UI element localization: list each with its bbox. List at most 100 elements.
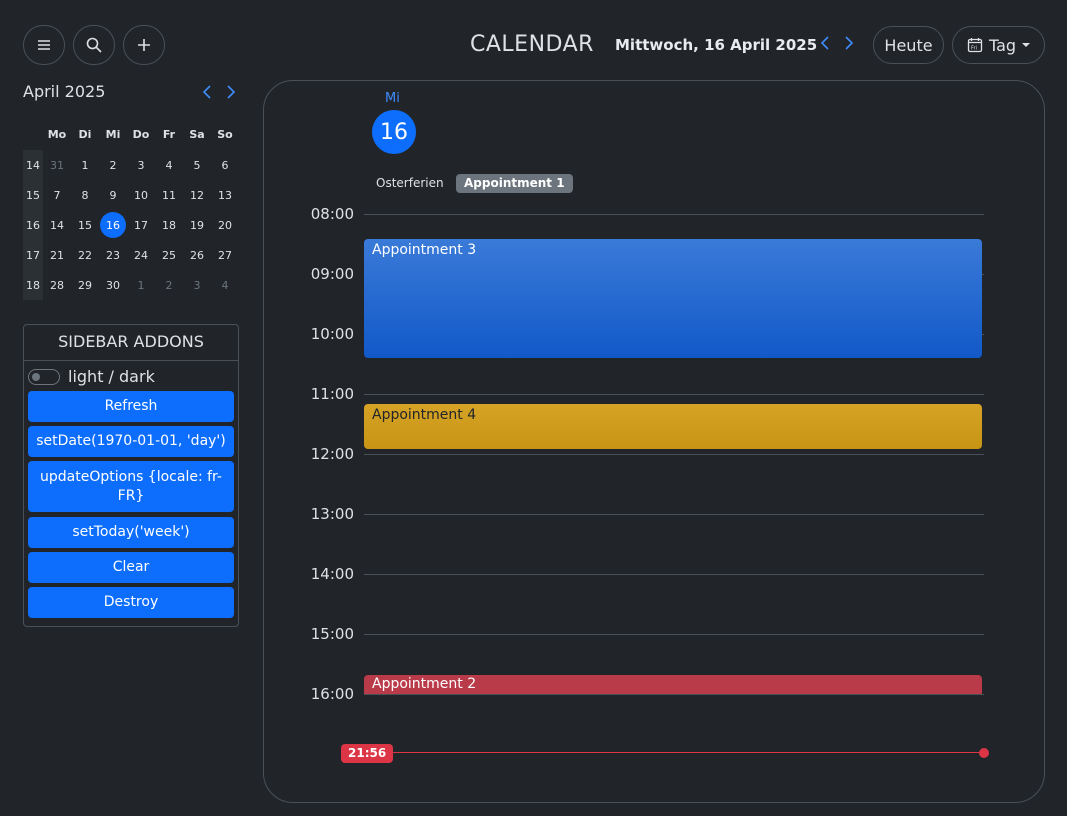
day-number[interactable]: 16: [372, 110, 416, 154]
hour-label: 11:00: [310, 385, 354, 403]
theme-toggle-label: light / dark: [68, 367, 155, 386]
hour-gridline: [364, 574, 984, 575]
weekday-header: Do: [132, 128, 150, 141]
mini-calendar-day[interactable]: 1: [127, 270, 155, 300]
mini-calendar-day[interactable]: 13: [211, 180, 239, 210]
chevron-left-icon: [202, 85, 211, 99]
hour-label: 16:00: [310, 685, 354, 703]
event-appointment-4[interactable]: Appointment 4: [364, 404, 982, 449]
mini-calendar-day[interactable]: 19: [183, 210, 211, 240]
theme-toggle-row[interactable]: light / dark: [28, 367, 155, 386]
hour-label: 12:00: [310, 445, 354, 463]
mini-calendar-day[interactable]: 20: [211, 210, 239, 240]
hour-gridline: [364, 634, 984, 635]
view-dropdown[interactable]: Fri Tag: [952, 26, 1045, 64]
hour-gridline: [364, 394, 984, 395]
mini-calendar-day[interactable]: 11: [155, 180, 183, 210]
hour-label: 13:00: [310, 505, 354, 523]
weekday-header: Di: [78, 128, 92, 141]
next-day-button[interactable]: [844, 35, 854, 56]
mini-calendar-day[interactable]: 5: [183, 150, 211, 180]
mini-calendar-day[interactable]: 14: [43, 210, 71, 240]
theme-toggle[interactable]: [28, 368, 60, 385]
week-number: 17: [26, 248, 40, 262]
search-button[interactable]: [73, 25, 115, 65]
mini-calendar-day[interactable]: 8: [71, 180, 99, 210]
calendar-icon: Fri: [967, 38, 983, 53]
mini-calendar-month: April 2025: [23, 82, 106, 101]
mini-calendar-day[interactable]: 15: [71, 210, 99, 240]
mini-calendar-day[interactable]: 26: [183, 240, 211, 270]
mini-calendar-day[interactable]: 10: [127, 180, 155, 210]
current-time-badge: 21:56: [341, 744, 394, 763]
week-number: 14: [26, 158, 40, 172]
mini-calendar-day[interactable]: 21: [43, 240, 71, 270]
view-label: Tag: [988, 35, 1017, 55]
mini-calendar-day[interactable]: 22: [71, 240, 99, 270]
today-button[interactable]: Heute: [873, 26, 944, 64]
hour-gridline: [364, 694, 984, 695]
hour-gridline: [364, 514, 984, 515]
refresh-button[interactable]: Refresh: [28, 391, 234, 422]
mini-calendar-day[interactable]: 27: [211, 240, 239, 270]
event-title: Appointment 4: [372, 407, 477, 423]
app-title: CALENDAR: [470, 32, 594, 57]
mini-calendar-day[interactable]: 4: [211, 270, 239, 300]
mini-calendar-day[interactable]: 16: [99, 210, 127, 240]
mini-calendar-day[interactable]: 23: [99, 240, 127, 270]
mini-calendar-day[interactable]: 31: [43, 150, 71, 180]
selected-day-marker: 16: [100, 212, 126, 238]
today-label: Heute: [884, 35, 933, 55]
chevron-left-icon: [820, 36, 829, 50]
mini-calendar-day[interactable]: 29: [71, 270, 99, 300]
set-today-button[interactable]: setToday('week'): [28, 517, 234, 548]
destroy-button[interactable]: Destroy: [28, 587, 234, 618]
mini-prev-month-button[interactable]: [202, 84, 212, 105]
mini-calendar-day[interactable]: 2: [155, 270, 183, 300]
mini-calendar-day[interactable]: 1: [71, 150, 99, 180]
week-number: 16: [26, 218, 40, 232]
mini-calendar-day[interactable]: 30: [99, 270, 127, 300]
clear-button[interactable]: Clear: [28, 552, 234, 583]
update-options-button[interactable]: updateOptions {locale: fr-FR}: [28, 461, 234, 512]
search-icon: [86, 37, 102, 53]
mini-calendar-day[interactable]: 3: [127, 150, 155, 180]
event-title: Appointment 2: [372, 676, 477, 692]
add-button[interactable]: [123, 25, 165, 65]
hour-label: 09:00: [310, 265, 354, 283]
mini-calendar-day[interactable]: 3: [183, 270, 211, 300]
set-date-button[interactable]: setDate(1970-01-01, 'day'): [28, 426, 234, 457]
chevron-right-icon: [845, 36, 854, 50]
mini-calendar-day[interactable]: 12: [183, 180, 211, 210]
weekday-header: So: [217, 128, 233, 141]
mini-calendar-day[interactable]: 25: [155, 240, 183, 270]
mini-calendar-day[interactable]: 18: [155, 210, 183, 240]
mini-calendar-day[interactable]: 17: [127, 210, 155, 240]
mini-calendar-day[interactable]: 9: [99, 180, 127, 210]
hour-label: 14:00: [310, 565, 354, 583]
event-appointment-3[interactable]: Appointment 3: [364, 239, 982, 358]
hamburger-icon: [38, 40, 50, 50]
allday-event[interactable]: Appointment 1: [456, 174, 573, 193]
svg-text:Fri: Fri: [971, 46, 977, 52]
current-date: Mittwoch, 16 April 2025: [615, 36, 818, 54]
current-time-line: [364, 752, 984, 753]
mini-calendar-day[interactable]: 2: [99, 150, 127, 180]
mini-next-month-button[interactable]: [226, 84, 236, 105]
sidebar-addons-title: SIDEBAR ADDONS: [24, 325, 238, 361]
week-number: 18: [26, 278, 40, 292]
allday-holiday-label: Osterferien: [376, 176, 444, 190]
prev-day-button[interactable]: [820, 35, 830, 56]
event-appointment-2[interactable]: Appointment 2: [364, 675, 982, 694]
mini-calendar-day[interactable]: 4: [155, 150, 183, 180]
mini-calendar-day[interactable]: 6: [211, 150, 239, 180]
hour-label: 10:00: [310, 325, 354, 343]
mini-calendar-day[interactable]: 24: [127, 240, 155, 270]
mini-calendar-day[interactable]: 28: [43, 270, 71, 300]
weekday-header: Mo: [47, 128, 67, 141]
day-abbreviation: Mi: [385, 91, 400, 106]
caret-down-icon: [1022, 43, 1031, 47]
hour-label: 15:00: [310, 625, 354, 643]
mini-calendar-day[interactable]: 7: [43, 180, 71, 210]
menu-button[interactable]: [23, 25, 65, 65]
